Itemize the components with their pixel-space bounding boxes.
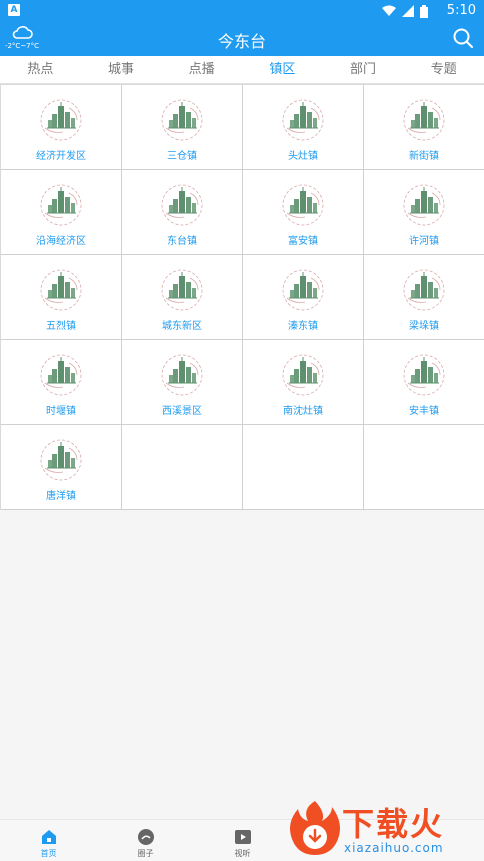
city-building-icon [39, 353, 83, 397]
city-building-icon [281, 98, 325, 142]
tab-city-news[interactable]: 城事 [81, 56, 162, 83]
grid-item[interactable]: 富安镇 [243, 170, 364, 255]
grid-item-label: 头灶镇 [288, 151, 318, 162]
status-bar: A 5:10 [0, 0, 484, 22]
grid-item-label: 三仓镇 [167, 151, 197, 162]
grid-item[interactable]: 时堰镇 [1, 340, 122, 425]
grid-item[interactable]: 东台镇 [122, 170, 243, 255]
tab-hot[interactable]: 热点 [0, 56, 81, 83]
city-building-icon [160, 353, 204, 397]
city-building-icon [281, 183, 325, 227]
city-building-icon [402, 183, 446, 227]
grid-item[interactable]: 城东新区 [122, 255, 243, 340]
grid-item[interactable]: 五烈镇 [1, 255, 122, 340]
grid-item[interactable]: 经济开发区 [1, 85, 122, 170]
wifi-icon [382, 5, 396, 16]
nav-media[interactable]: 视听 [194, 820, 291, 861]
city-building-icon [39, 98, 83, 142]
city-building-icon [160, 98, 204, 142]
watermark: 下载火 xiazaihuo.com [286, 797, 484, 861]
signal-icon [402, 5, 414, 17]
nav-circle-label: 圈子 [137, 849, 154, 858]
app-bar: -2°C~7°C 今东台 [0, 22, 484, 56]
grid-empty-cell [122, 425, 243, 510]
grid-item[interactable]: 西溪景区 [122, 340, 243, 425]
grid-item[interactable]: 许河镇 [364, 170, 484, 255]
city-building-icon [39, 268, 83, 312]
grid-item-label: 沿海经济区 [36, 236, 86, 247]
city-building-icon [402, 98, 446, 142]
search-icon[interactable] [452, 27, 474, 49]
tab-towns[interactable]: 镇区 [242, 56, 323, 83]
grid-item-label: 许河镇 [409, 236, 439, 247]
nav-circle[interactable]: 圈子 [97, 820, 194, 861]
tab-topics[interactable]: 专题 [403, 56, 484, 83]
grid-item[interactable]: 沿海经济区 [1, 170, 122, 255]
chat-bubble-icon [137, 829, 154, 845]
grid-item-label: 新街镇 [409, 151, 439, 162]
grid-item-label: 西溪景区 [162, 406, 202, 417]
city-building-icon [281, 268, 325, 312]
grid-item-label: 城东新区 [162, 321, 202, 332]
grid-item[interactable]: 三仓镇 [122, 85, 243, 170]
grid-item-label: 唐洋镇 [46, 491, 76, 502]
grid-item-label: 南沈灶镇 [283, 406, 323, 417]
page-title: 今东台 [217, 32, 266, 51]
grid-item[interactable]: 溱东镇 [243, 255, 364, 340]
home-icon [41, 830, 56, 844]
tab-on-demand[interactable]: 点播 [161, 56, 242, 83]
grid-empty-cell [243, 425, 364, 510]
battery-icon [420, 4, 428, 18]
grid-item-label: 安丰镇 [409, 406, 439, 417]
city-building-icon [39, 438, 83, 482]
grid-item-label: 溱东镇 [288, 321, 318, 332]
grid-item[interactable]: 梁垛镇 [364, 255, 484, 340]
app-notification-icon: A [8, 4, 20, 16]
grid-item-label: 经济开发区 [36, 151, 86, 162]
watermark-text: 下载火 [342, 805, 445, 843]
tab-departments[interactable]: 部门 [323, 56, 404, 83]
city-building-icon [281, 353, 325, 397]
grid-item-label: 富安镇 [288, 236, 318, 247]
grid-item[interactable]: 头灶镇 [243, 85, 364, 170]
status-time: 5:10 [446, 3, 476, 18]
city-building-icon [160, 268, 204, 312]
city-building-icon [402, 353, 446, 397]
town-grid: 经济开发区 三仓镇 头灶镇 新街镇 沿海经济区 东台镇 富安镇 许河镇 五烈镇 … [0, 84, 484, 510]
nav-media-label: 视听 [234, 849, 251, 858]
city-building-icon [402, 268, 446, 312]
category-tabs: 热点 城事 点播 镇区 部门 专题 [0, 56, 484, 84]
grid-item[interactable]: 南沈灶镇 [243, 340, 364, 425]
grid-item-label: 五烈镇 [46, 321, 76, 332]
play-icon [234, 830, 251, 844]
grid-item[interactable]: 新街镇 [364, 85, 484, 170]
grid-empty-cell [364, 425, 484, 510]
city-building-icon [160, 183, 204, 227]
grid-item-label: 东台镇 [167, 236, 197, 247]
nav-home-label: 首页 [40, 849, 57, 858]
flame-logo-icon [290, 801, 340, 855]
status-icons [382, 3, 428, 19]
grid-item-label: 梁垛镇 [409, 321, 439, 332]
grid-item-label: 时堰镇 [46, 406, 76, 417]
watermark-domain: xiazaihuo.com [344, 841, 444, 855]
nav-home[interactable]: 首页 [0, 820, 97, 861]
city-building-icon [39, 183, 83, 227]
grid-item[interactable]: 唐洋镇 [1, 425, 122, 510]
grid-item[interactable]: 安丰镇 [364, 340, 484, 425]
